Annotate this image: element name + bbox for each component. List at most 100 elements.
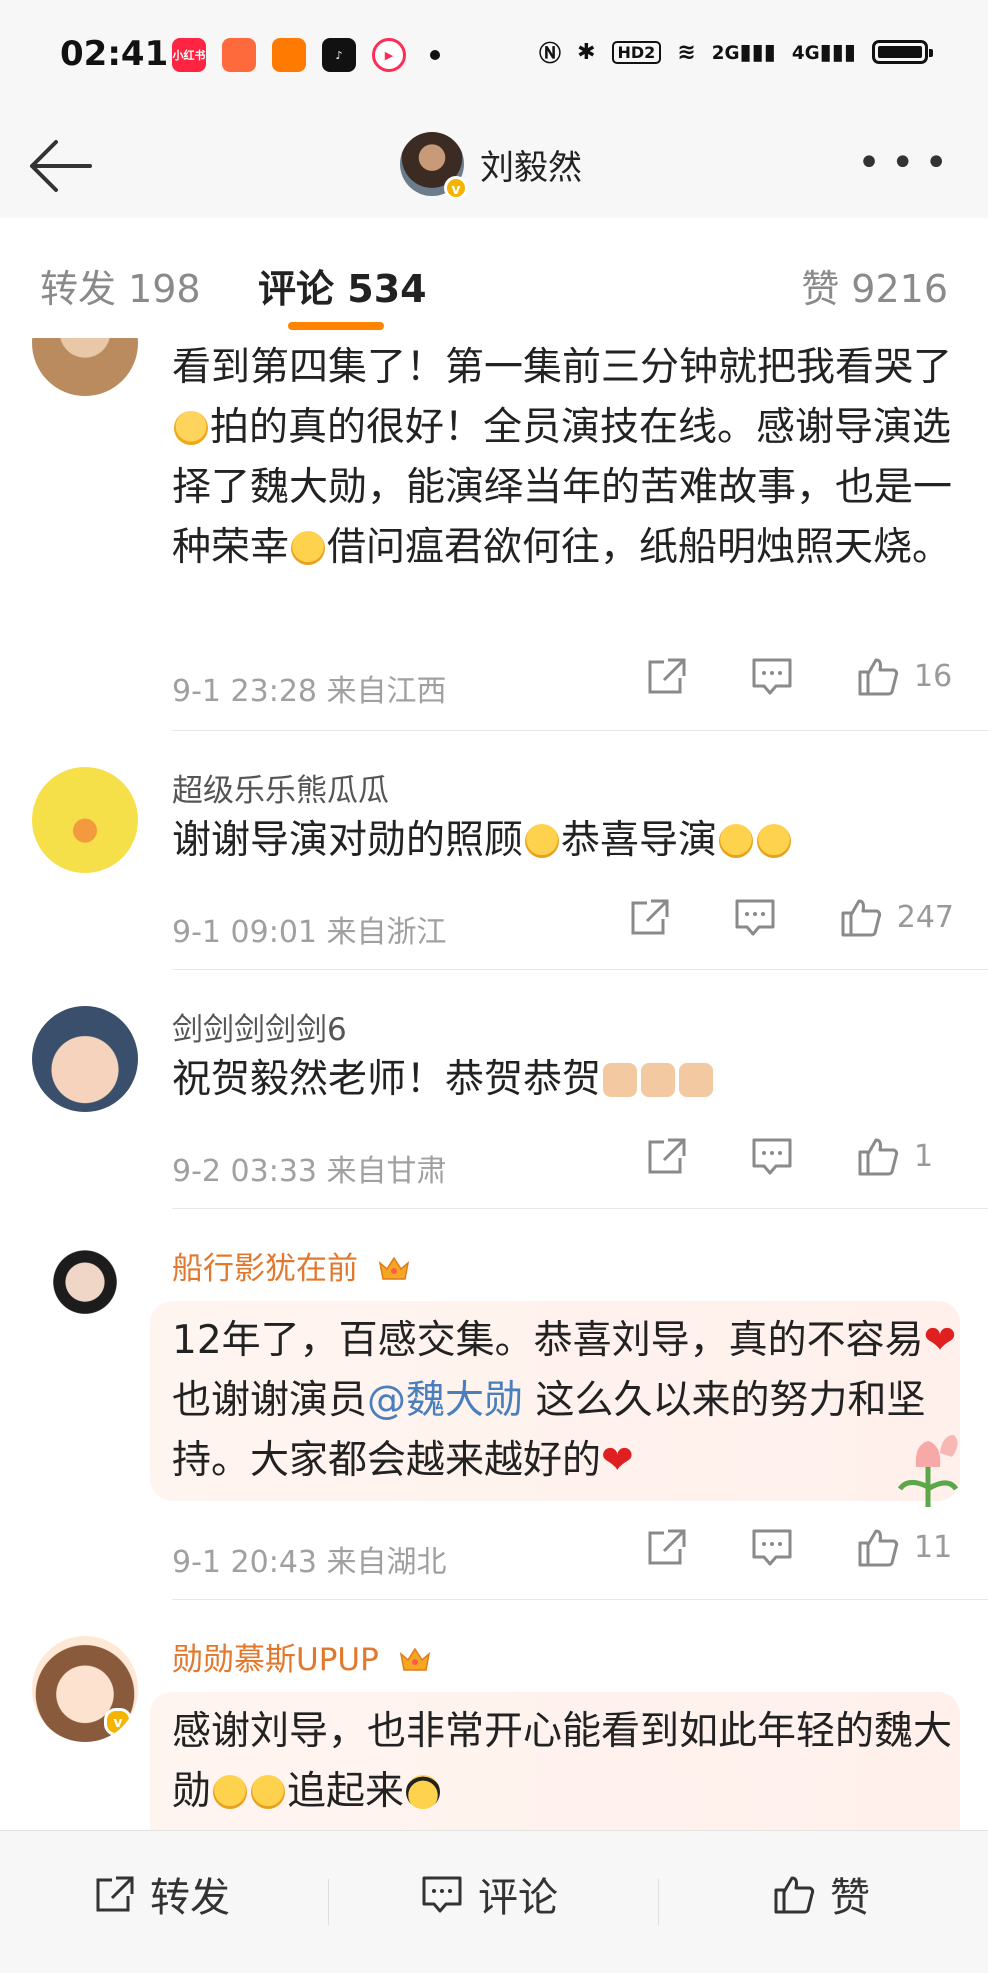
tab-repost[interactable]: 转发 198: [40, 258, 201, 313]
comment-avatar[interactable]: [32, 767, 138, 873]
comment-avatar[interactable]: [32, 338, 138, 396]
comment-item: 剑剑剑剑剑6 祝贺毅然老师！恭贺恭贺 9-2 03:33 来自甘肃 1: [0, 970, 988, 1210]
comment-avatar[interactable]: v: [32, 1636, 138, 1742]
comment-meta: 9-1 09:01 来自浙江: [172, 915, 447, 950]
status-bar: 02:41 小红书 ♪ ▶ Ⓝ ✱ HD2 ≋ 2G▮▮▮ 4G▮▮▮: [0, 0, 988, 110]
battery-icon: [872, 40, 933, 64]
like-count: 1: [914, 1138, 934, 1174]
bottom-action-bar: 转发 评论 赞: [0, 1830, 988, 1973]
repost-button[interactable]: 转发: [92, 1865, 230, 1923]
comment-actions: 247: [565, 897, 954, 937]
crown-icon: [399, 1647, 430, 1671]
crying-emoji-icon: [174, 411, 208, 445]
more-icon[interactable]: •••: [857, 143, 958, 183]
verified-icon: v: [104, 1708, 132, 1736]
like-icon: [774, 1876, 815, 1914]
verified-icon: v: [444, 176, 468, 200]
crying-emoji-icon: [525, 824, 560, 858]
comment-text: 感谢刘导，也非常开心能看到如此年轻的魏大勋 追起来: [172, 1709, 953, 1814]
share-icon[interactable]: [644, 656, 688, 696]
comment-text: 祝贺毅然老师！恭贺恭贺: [172, 1050, 962, 1110]
comment-username[interactable]: 剑剑剑剑剑6: [172, 1004, 347, 1049]
comment-actions: 1: [582, 1136, 954, 1176]
comment-icon[interactable]: [750, 656, 794, 696]
kissing-emoji-icon: [291, 531, 326, 565]
heart-emoji-icon: ❤: [601, 1438, 634, 1483]
like-icon[interactable]: [856, 656, 900, 696]
status-app-icons: 小红书 ♪ ▶: [172, 38, 440, 72]
crown-icon: [378, 1256, 409, 1280]
comment-actions: 11: [582, 1527, 954, 1567]
author-name[interactable]: 刘毅然: [480, 140, 582, 189]
comment-item: 看到第四集了！第一集前三分钟就把我看哭了拍的真的很好！全员演技在线。感谢导演选择…: [0, 338, 988, 731]
comment-username[interactable]: 超级乐乐熊瓜瓜: [172, 765, 389, 810]
like-icon[interactable]: [839, 897, 883, 937]
comment-avatar[interactable]: [32, 1245, 138, 1351]
comment-item: v 勋勋慕斯UPUP 感谢刘导，也非常开心能看到如此年轻的魏大勋 追起来: [0, 1600, 988, 1830]
tab-comments-label: 评论: [258, 267, 335, 311]
comment-icon: [422, 1876, 462, 1913]
tab-likes[interactable]: 赞 9216: [801, 258, 948, 313]
like-count: 16: [914, 658, 953, 694]
status-time: 02:41: [60, 34, 169, 74]
notification-dot-icon: [430, 50, 440, 60]
like-button[interactable]: 赞: [772, 1865, 870, 1923]
comment-list: 看到第四集了！第一集前三分钟就把我看哭了拍的真的很好！全员演技在线。感谢导演选择…: [0, 338, 988, 1830]
comment-button[interactable]: 评论: [420, 1865, 558, 1923]
wifi-icon: ≋: [677, 39, 696, 65]
comment-icon[interactable]: [750, 1527, 794, 1567]
comment-actions: 16: [582, 656, 954, 696]
sunglasses-emoji-icon: [406, 1775, 441, 1809]
comment-username[interactable]: 船行影犹在前: [172, 1243, 410, 1288]
comment-icon[interactable]: [733, 897, 777, 937]
top-nav-bar: v 刘毅然 •••: [0, 110, 988, 219]
tiktok-app-icon: ♪: [322, 38, 356, 72]
active-tab-indicator: [288, 322, 384, 330]
share-icon[interactable]: [644, 1527, 688, 1567]
tab-comments[interactable]: 评论 534: [258, 258, 427, 313]
crying-emoji-icon: [251, 1775, 286, 1809]
comment-username[interactable]: 勋勋慕斯UPUP: [172, 1634, 431, 1679]
like-label: 赞: [830, 1875, 870, 1921]
tab-comments-count: 534: [347, 267, 427, 311]
mention-link[interactable]: @魏大勋: [367, 1378, 523, 1423]
comment-text: 12年了，百感交集。恭喜刘导，真的不容易❤ 也谢谢演员@魏大勋 这么久以来的努力…: [172, 1318, 957, 1483]
like-count: 247: [896, 899, 954, 935]
thumbs-up-emoji-icon: [603, 1063, 638, 1097]
comment-avatar[interactable]: [32, 1006, 138, 1112]
app-icon-3: [272, 38, 306, 72]
signal-4g-icon: 4G▮▮▮: [791, 39, 856, 65]
comment-item: 超级乐乐熊瓜瓜 谢谢导演对勋的照顾 恭喜导演 9-1 09:01 来自浙江 247: [0, 731, 988, 971]
back-arrow-icon[interactable]: [24, 136, 96, 196]
share-icon[interactable]: [627, 897, 671, 937]
post-tabs: 转发 198 评论 534 赞 9216: [0, 218, 988, 338]
share-icon: [96, 1876, 134, 1912]
comment-meta: 9-2 03:33 来自甘肃: [172, 1154, 447, 1189]
author-avatar[interactable]: v: [400, 132, 468, 200]
divider: [328, 1879, 329, 1925]
comment-text: 看到第四集了！第一集前三分钟就把我看哭了拍的真的很好！全员演技在线。感谢导演选择…: [172, 345, 953, 570]
divider: [658, 1879, 659, 1925]
comment-label: 评论: [478, 1875, 558, 1921]
crying-emoji-icon: [213, 1775, 248, 1809]
like-icon[interactable]: [856, 1527, 900, 1567]
thumbs-up-emoji-icon: [679, 1063, 714, 1097]
comment-text: 谢谢导演对勋的照顾 恭喜导演: [172, 811, 962, 871]
status-indicators: Ⓝ ✱ HD2 ≋ 2G▮▮▮ 4G▮▮▮: [539, 36, 933, 68]
crying-emoji-icon: [757, 824, 792, 858]
xiaohongshu-app-icon: 小红书: [172, 38, 206, 72]
comment-icon[interactable]: [750, 1136, 794, 1176]
thumbs-up-emoji-icon: [641, 1063, 676, 1097]
author-info[interactable]: v 刘毅然: [400, 132, 582, 200]
tulip-decoration-icon: [897, 1435, 959, 1507]
signal-2g-icon: 2G▮▮▮: [711, 39, 776, 65]
comment-item: 船行影犹在前 12年了，百感交集。恭喜刘导，真的不容易❤ 也谢谢演员@魏大勋 这…: [0, 1209, 988, 1600]
like-icon[interactable]: [856, 1136, 900, 1176]
repost-label: 转发: [150, 1875, 230, 1921]
heart-emoji-icon: ❤: [923, 1318, 957, 1363]
like-count: 11: [914, 1529, 953, 1565]
share-icon[interactable]: [644, 1136, 688, 1176]
app-icon-2: [222, 38, 256, 72]
crying-emoji-icon: [719, 824, 754, 858]
nfc-icon: Ⓝ: [539, 42, 562, 67]
